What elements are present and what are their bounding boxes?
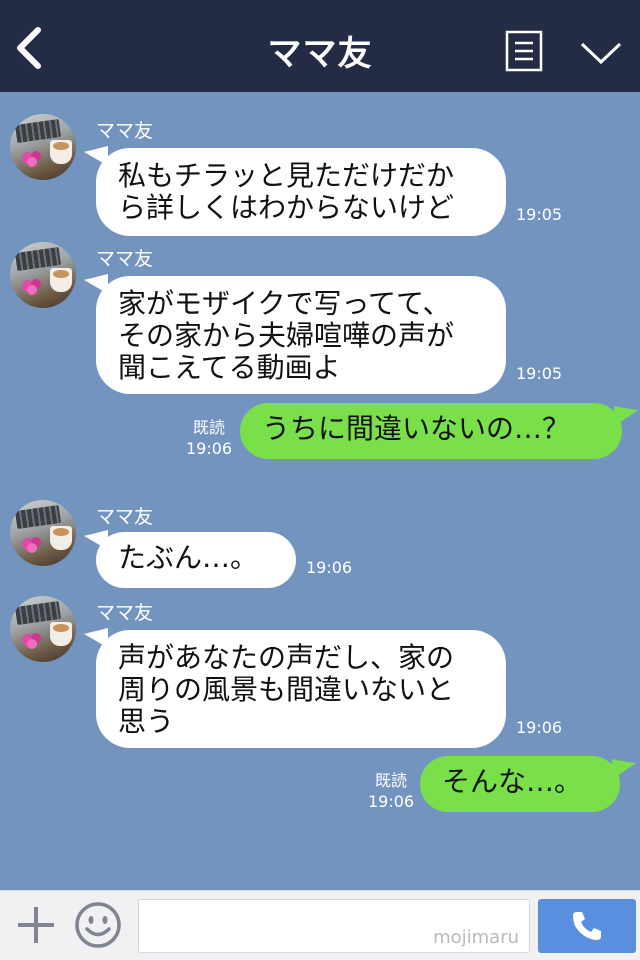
sender-name: ママ友 [96, 506, 154, 528]
message-bubble-mine[interactable]: そんな…。 [420, 756, 620, 812]
document-menu-icon [505, 30, 543, 72]
message-bubble-mine[interactable]: うちに間違いないの…？ [240, 403, 622, 459]
avatar[interactable] [10, 596, 76, 662]
chevron-down-icon [580, 42, 622, 65]
message-time: 19:05 [516, 364, 563, 383]
smiley-icon [75, 902, 121, 948]
message-bubble[interactable]: たぶん…。 [96, 532, 296, 588]
sender-name: ママ友 [96, 602, 154, 624]
read-receipt: 既読 19:06 [368, 770, 414, 812]
menu-button[interactable] [505, 30, 543, 72]
message-bubble[interactable]: 私もチラッと見ただけだか ら詳しくはわからないけど [96, 148, 506, 236]
message-bubble[interactable]: 声があなたの声だし、家の 周りの風景も間違いないと 思う [96, 630, 506, 748]
more-button[interactable] [578, 38, 624, 68]
message-time: 19:06 [306, 558, 353, 577]
avatar[interactable] [10, 500, 76, 566]
message-time: 19:05 [516, 205, 563, 224]
read-receipt: 既読 19:06 [186, 417, 232, 459]
message-bubble[interactable]: 家がモザイクで写ってて、 その家から夫婦喧嘩の声が 聞こえてる動画よ [96, 276, 506, 394]
avatar[interactable] [10, 242, 76, 308]
read-label: 既読 [375, 771, 408, 790]
chat-title: ママ友 [267, 34, 373, 74]
call-button[interactable] [538, 899, 636, 953]
bubble-tail-mine [612, 759, 636, 779]
watermark: mojimaru [433, 927, 519, 948]
message-input[interactable]: mojimaru [138, 899, 530, 953]
read-label: 既読 [193, 418, 226, 437]
input-bar: mojimaru [0, 890, 640, 960]
add-button[interactable] [14, 903, 58, 947]
chat-header: ママ友 [0, 0, 640, 92]
message-time: 19:06 [186, 439, 233, 458]
chat-area[interactable]: ママ友 私もチラッと見ただけだか ら詳しくはわからないけど 19:05 ママ友 … [0, 92, 640, 890]
bubble-tail-mine [614, 406, 638, 426]
avatar[interactable] [10, 114, 76, 180]
phone-icon [573, 912, 601, 940]
sender-name: ママ友 [96, 120, 154, 142]
message-time: 19:06 [516, 718, 563, 737]
sender-name: ママ友 [96, 248, 154, 270]
emoji-button[interactable] [74, 901, 122, 949]
plus-icon [18, 907, 54, 943]
message-time: 19:06 [368, 792, 415, 811]
